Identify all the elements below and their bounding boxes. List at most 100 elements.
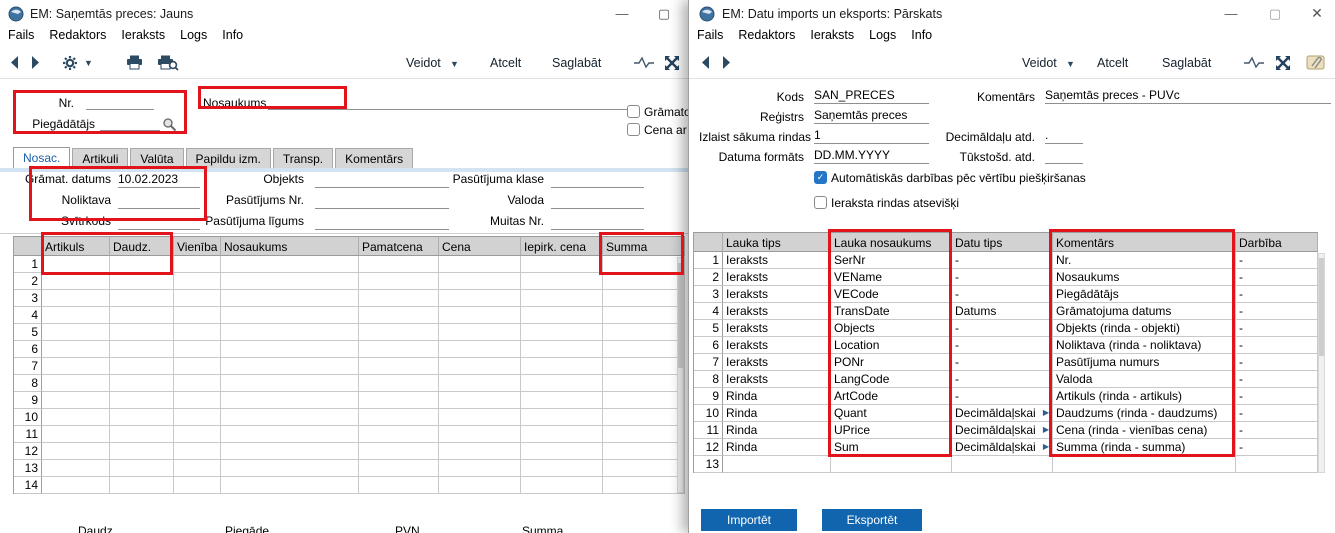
table-cell[interactable] bbox=[603, 443, 685, 460]
row-number[interactable]: 2 bbox=[14, 273, 42, 290]
table-cell[interactable] bbox=[110, 273, 174, 290]
tab-artikuli[interactable]: Artikuli bbox=[72, 148, 128, 169]
table-cell[interactable] bbox=[174, 256, 221, 273]
table-cell[interactable] bbox=[603, 307, 685, 324]
table-cell[interactable]: ArtCode bbox=[831, 388, 952, 405]
table-cell[interactable] bbox=[110, 409, 174, 426]
table-cell[interactable]: UPrice bbox=[831, 422, 952, 439]
table-cell[interactable] bbox=[359, 256, 439, 273]
table-cell[interactable] bbox=[603, 341, 685, 358]
table-cell[interactable]: TransDate bbox=[831, 303, 952, 320]
table-cell[interactable]: - bbox=[1236, 269, 1318, 286]
table-cell[interactable] bbox=[42, 460, 110, 477]
izlaist-input[interactable]: 1 bbox=[814, 128, 929, 144]
table-cell[interactable]: Piegādātājs bbox=[1053, 286, 1236, 303]
table-cell[interactable] bbox=[174, 409, 221, 426]
table-cell[interactable] bbox=[221, 409, 359, 426]
veidot-caret-icon[interactable]: ▼ bbox=[450, 59, 459, 69]
table-cell[interactable] bbox=[221, 307, 359, 324]
table-cell[interactable] bbox=[110, 324, 174, 341]
table-cell[interactable] bbox=[110, 460, 174, 477]
valoda-input[interactable] bbox=[551, 193, 644, 209]
table-cell[interactable]: Nosaukums bbox=[1053, 269, 1236, 286]
row-number[interactable]: 9 bbox=[14, 392, 42, 409]
table-cell[interactable] bbox=[603, 477, 685, 494]
table-cell[interactable] bbox=[439, 477, 521, 494]
table-cell[interactable]: Pasūtījuma numurs bbox=[1053, 354, 1236, 371]
table-cell[interactable] bbox=[174, 307, 221, 324]
table-cell[interactable] bbox=[603, 273, 685, 290]
table-cell[interactable] bbox=[174, 460, 221, 477]
table-cell[interactable] bbox=[221, 392, 359, 409]
row-number[interactable]: 1 bbox=[14, 256, 42, 273]
table-cell[interactable] bbox=[521, 358, 603, 375]
row-number[interactable]: 9 bbox=[694, 388, 723, 405]
minimize-button[interactable]: — bbox=[1217, 3, 1245, 24]
table-cell[interactable]: - bbox=[952, 252, 1053, 269]
pasutijuma-ligums-input[interactable] bbox=[315, 214, 449, 230]
table-cell[interactable]: - bbox=[952, 388, 1053, 405]
table-cell[interactable]: Rinda bbox=[723, 422, 831, 439]
table-cell[interactable]: Decimāldaļskai▶ bbox=[952, 422, 1053, 439]
table-cell[interactable] bbox=[221, 477, 359, 494]
nr-input[interactable] bbox=[86, 94, 154, 110]
table-cell[interactable]: Objects bbox=[831, 320, 952, 337]
table-cell[interactable] bbox=[221, 290, 359, 307]
pulse-icon[interactable] bbox=[1243, 55, 1265, 73]
row-number[interactable]: 10 bbox=[694, 405, 723, 422]
saglabat-button[interactable]: Saglabāt bbox=[552, 56, 601, 70]
table-cell[interactable]: - bbox=[1236, 388, 1318, 405]
table-cell[interactable] bbox=[42, 358, 110, 375]
datuma-formats-input[interactable]: DD.MM.YYYY bbox=[814, 148, 929, 164]
table-cell[interactable] bbox=[359, 341, 439, 358]
checkbox-cena-ar-pvn[interactable]: Cena ar P bbox=[627, 123, 688, 137]
table-cell[interactable]: Noliktava (rinda - noliktava) bbox=[1053, 337, 1236, 354]
table-cell[interactable] bbox=[439, 324, 521, 341]
table-cell[interactable]: Objekts (rinda - objekti) bbox=[1053, 320, 1236, 337]
gear-icon[interactable] bbox=[62, 55, 80, 74]
muitas-nr-input[interactable] bbox=[551, 214, 644, 230]
table-cell[interactable] bbox=[439, 358, 521, 375]
menu-item-fails[interactable]: Fails bbox=[697, 28, 723, 42]
forward-icon[interactable] bbox=[721, 55, 733, 73]
table-cell[interactable]: Ieraksts bbox=[723, 337, 831, 354]
table-cell[interactable] bbox=[521, 409, 603, 426]
table-cell[interactable] bbox=[359, 460, 439, 477]
table-cell[interactable] bbox=[42, 409, 110, 426]
expand-icon[interactable] bbox=[1275, 55, 1291, 74]
table-cell[interactable] bbox=[174, 477, 221, 494]
table-cell[interactable] bbox=[42, 443, 110, 460]
table-cell[interactable]: - bbox=[952, 320, 1053, 337]
tab-transp-[interactable]: Transp. bbox=[273, 148, 333, 169]
table-cell[interactable] bbox=[1053, 456, 1236, 473]
table-cell[interactable] bbox=[110, 256, 174, 273]
table-cell[interactable]: SerNr bbox=[831, 252, 952, 269]
table-cell[interactable]: - bbox=[952, 269, 1053, 286]
table-cell[interactable] bbox=[359, 375, 439, 392]
checkbox-gramatot[interactable]: Grāmatot bbox=[627, 105, 688, 119]
table-cell[interactable]: - bbox=[1236, 354, 1318, 371]
row-number[interactable]: 7 bbox=[14, 358, 42, 375]
table-cell[interactable] bbox=[110, 307, 174, 324]
table-cell[interactable]: LangCode bbox=[831, 371, 952, 388]
row-number[interactable]: 10 bbox=[14, 409, 42, 426]
table-cell[interactable] bbox=[439, 375, 521, 392]
table-cell[interactable] bbox=[221, 324, 359, 341]
table-cell[interactable] bbox=[42, 477, 110, 494]
table-cell[interactable]: Ieraksts bbox=[723, 269, 831, 286]
table-cell[interactable] bbox=[174, 426, 221, 443]
veidot-button[interactable]: Veidot bbox=[406, 56, 441, 70]
objekts-input[interactable] bbox=[315, 172, 449, 188]
table-cell[interactable]: Cena (rinda - vienības cena) bbox=[1053, 422, 1236, 439]
svitrkods-input[interactable] bbox=[118, 214, 200, 230]
checkbox-box-icon[interactable] bbox=[627, 105, 640, 118]
row-number[interactable]: 11 bbox=[14, 426, 42, 443]
row-number[interactable]: 6 bbox=[694, 337, 723, 354]
table-cell[interactable] bbox=[521, 341, 603, 358]
table-cell[interactable] bbox=[359, 477, 439, 494]
row-number[interactable]: 5 bbox=[14, 324, 42, 341]
table-cell[interactable] bbox=[603, 290, 685, 307]
table-cell[interactable]: Ieraksts bbox=[723, 286, 831, 303]
table-cell[interactable]: Datums bbox=[952, 303, 1053, 320]
table-cell[interactable]: Grāmatojuma datums bbox=[1053, 303, 1236, 320]
